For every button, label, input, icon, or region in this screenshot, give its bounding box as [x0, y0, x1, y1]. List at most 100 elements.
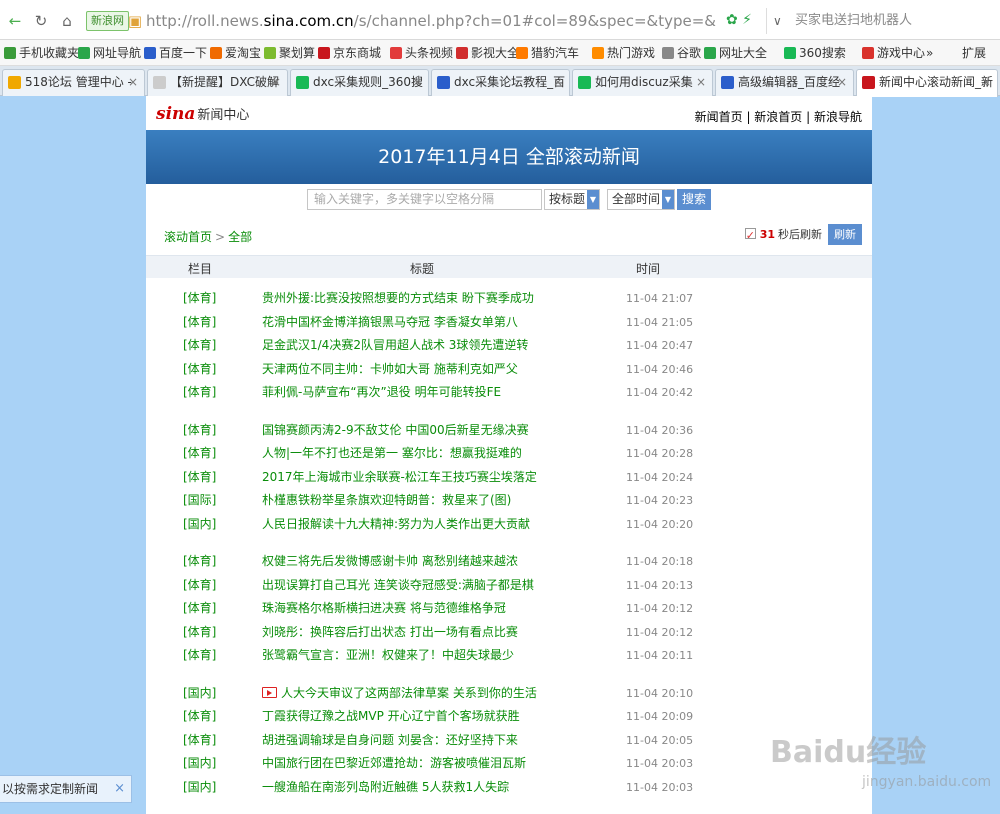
- browser-tab[interactable]: 518论坛 管理中心 - ×: [2, 69, 145, 96]
- news-title-link[interactable]: 权健三将先后发微博感谢卡帅 离愁别绪越来越浓: [262, 550, 518, 573]
- browser-tab[interactable]: 【新提醒】DXC破解 ×: [147, 69, 288, 96]
- news-category[interactable]: [国际]: [183, 489, 216, 512]
- close-icon[interactable]: ×: [114, 776, 125, 802]
- news-title-link[interactable]: 中国旅行团在巴黎近郊遭抢劫：游客被喷催泪瓦斯: [262, 752, 526, 775]
- addr-tool-icons[interactable]: ✿ ⚡: [726, 12, 752, 28]
- home-icon[interactable]: ⌂: [58, 12, 76, 30]
- search-button[interactable]: 搜索: [677, 189, 711, 210]
- news-title-link[interactable]: 足金武汉1/4决赛2队冒用超人战术 3球领先遭逆转: [262, 334, 528, 357]
- news-category[interactable]: [国内]: [183, 752, 216, 775]
- back-icon[interactable]: ←: [6, 12, 24, 30]
- link-sina-home[interactable]: 新浪首页: [754, 110, 802, 124]
- news-category[interactable]: [体育]: [183, 358, 216, 381]
- certificate-icon[interactable]: ▣: [126, 12, 144, 30]
- news-category[interactable]: [体育]: [183, 705, 216, 728]
- news-time: 11-04 20:28: [626, 447, 694, 460]
- browser-tab[interactable]: 新闻中心滚动新闻_新 ×: [856, 69, 998, 97]
- news-category[interactable]: [体育]: [183, 287, 216, 310]
- site-identity-badge[interactable]: 新浪网: [86, 11, 129, 31]
- breadcrumb-home[interactable]: 滚动首页: [164, 230, 212, 244]
- news-category[interactable]: [国内]: [183, 776, 216, 799]
- bookmark-item[interactable]: 百度一下: [144, 45, 207, 61]
- auto-refresh-checkbox[interactable]: [744, 225, 756, 246]
- browser-search-box[interactable]: ∨ 买家电送扫地机器人: [766, 8, 1000, 34]
- refresh-icon[interactable]: ↻: [32, 12, 50, 30]
- news-category[interactable]: [体育]: [183, 466, 216, 489]
- news-title-link[interactable]: 一艘渔船在南澎列岛附近触礁 5人获救1人失踪: [262, 776, 509, 799]
- news-title-link[interactable]: 出现误算打自己耳光 连笑谈夺冠感受:满脑子都是棋: [262, 574, 534, 597]
- news-title-link[interactable]: 张鹭霸气宣言：亚洲！权健来了！中超失球最少: [262, 644, 514, 667]
- news-category[interactable]: [体育]: [183, 419, 216, 442]
- tab-close-icon[interactable]: ×: [837, 70, 847, 95]
- browser-tab[interactable]: 如何用discuz采集 ×: [572, 69, 713, 96]
- browser-tab[interactable]: dxc采集论坛教程_百 ×: [431, 69, 570, 96]
- search-type-select[interactable]: 按标题 ▼: [544, 189, 600, 210]
- bookmark-item[interactable]: 手机收藏夹: [4, 45, 79, 61]
- news-title-link[interactable]: 贵州外援:比赛没按照想要的方式结束 盼下赛季成功: [262, 287, 534, 310]
- news-title-link[interactable]: 天津两位不同主帅：卡帅如大哥 施蒂利克如严父: [262, 358, 518, 381]
- news-title-link[interactable]: 朴槿惠铁粉举星条旗欢迎特朗普：救星来了(图): [262, 489, 511, 512]
- tab-close-icon[interactable]: ×: [553, 70, 563, 95]
- news-category[interactable]: [体育]: [183, 311, 216, 334]
- news-category[interactable]: [体育]: [183, 621, 216, 644]
- news-category[interactable]: [体育]: [183, 597, 216, 620]
- tab-favicon-icon: [578, 76, 591, 89]
- news-title-link[interactable]: 丁霞获得辽豫之战MVP 开心辽宁首个客场就获胜: [262, 705, 520, 728]
- news-category[interactable]: [体育]: [183, 644, 216, 667]
- news-title-link[interactable]: 2017年上海城市业余联赛-松江车王技巧赛尘埃落定: [262, 466, 537, 489]
- tab-close-icon[interactable]: ×: [128, 70, 138, 95]
- bookmark-favicon-icon: [318, 47, 330, 59]
- news-title-link[interactable]: 珠海赛格尔格斯横扫进决赛 将与范德维格争冠: [262, 597, 506, 620]
- news-title-link[interactable]: 花滑中国杯金博洋摘银黑马夺冠 李香凝女单第八: [262, 311, 518, 334]
- news-category[interactable]: [体育]: [183, 729, 216, 752]
- news-category[interactable]: [体育]: [183, 574, 216, 597]
- bookmark-item[interactable]: 谷歌: [662, 45, 701, 61]
- bookmark-item[interactable]: 网址大全: [704, 45, 767, 61]
- bookmark-item[interactable]: 360搜索: [784, 45, 846, 61]
- news-category[interactable]: [体育]: [183, 550, 216, 573]
- news-title-link[interactable]: 刘晓彤：换阵容后打出状态 打出一场有看点比赛: [262, 621, 518, 644]
- browser-tab[interactable]: dxc采集规则_360搜 ×: [290, 69, 429, 96]
- bookmark-item[interactable]: 聚划算: [264, 45, 315, 61]
- tab-close-icon[interactable]: ×: [412, 70, 422, 95]
- news-title-link[interactable]: 胡进强调输球是自身问题 刘晏含：还好坚持下来: [262, 729, 518, 752]
- bookmark-item[interactable]: 游戏中心: [862, 45, 925, 61]
- time-range-select[interactable]: 全部时间 ▼: [607, 189, 675, 210]
- news-title-link[interactable]: 人物|一年不打也还是第一 塞尔比：想赢我挺难的: [262, 442, 522, 465]
- breadcrumb-all[interactable]: 全部: [228, 230, 252, 244]
- bookmark-item[interactable]: 猎豹汽车: [516, 45, 579, 61]
- news-category[interactable]: [国内]: [183, 513, 216, 536]
- keyword-input[interactable]: 输入关键字，多关键字以空格分隔: [307, 189, 542, 210]
- sina-logo[interactable]: sina 新闻中心: [156, 104, 249, 124]
- chevron-down-icon[interactable]: ∨: [773, 8, 782, 34]
- bookmark-item[interactable]: 头条视频: [390, 45, 453, 61]
- tab-close-icon[interactable]: ×: [981, 70, 991, 95]
- news-title-text: 丁霞获得辽豫之战MVP 开心辽宁首个客场就获胜: [262, 709, 520, 723]
- tab-close-icon[interactable]: ×: [696, 70, 706, 95]
- browser-tab[interactable]: 高级编辑器_百度经 ×: [715, 69, 854, 96]
- url-field[interactable]: http://roll.news.sina.com.cn/s/channel.p…: [146, 10, 716, 32]
- news-time: 11-04 20:23: [626, 494, 694, 507]
- news-title-link[interactable]: 人民日报解读十九大精神:努力为人类作出更大贡献: [262, 513, 530, 536]
- news-category[interactable]: [体育]: [183, 381, 216, 404]
- bookmark-item[interactable]: 爱淘宝: [210, 45, 261, 61]
- news-category[interactable]: [体育]: [183, 442, 216, 465]
- news-title-text: 贵州外援:比赛没按照想要的方式结束 盼下赛季成功: [262, 291, 534, 305]
- bookmark-item[interactable]: 网址导航: [78, 45, 141, 61]
- refresh-button[interactable]: 刷新: [828, 224, 862, 245]
- link-news-home[interactable]: 新闻首页: [695, 110, 743, 124]
- news-title-link[interactable]: 人大今天审议了这两部法律草案 关系到你的生活: [262, 682, 537, 705]
- news-title-link[interactable]: 国锦赛颜丙涛2-9不敌艾伦 中国00后新星无缘决赛: [262, 419, 529, 442]
- extensions-button[interactable]: 扩展: [962, 45, 986, 61]
- bookmark-item[interactable]: 热门游戏: [592, 45, 655, 61]
- news-title-link[interactable]: 菲利佩-马萨宣布“再次”退役 明年可能转投FE: [262, 381, 501, 404]
- news-category[interactable]: [国内]: [183, 682, 216, 705]
- bookmark-item[interactable]: 影视大全: [456, 45, 519, 61]
- tab-close-icon[interactable]: ×: [271, 70, 281, 95]
- link-sina-nav[interactable]: 新浪导航: [814, 110, 862, 124]
- news-time: 11-04 20:03: [626, 780, 694, 794]
- custom-news-notice[interactable]: 以按需求定制新闻 ×: [0, 775, 132, 803]
- bookmarks-overflow-button[interactable]: »: [926, 45, 933, 61]
- news-category[interactable]: [体育]: [183, 334, 216, 357]
- bookmark-item[interactable]: 京东商城: [318, 45, 381, 61]
